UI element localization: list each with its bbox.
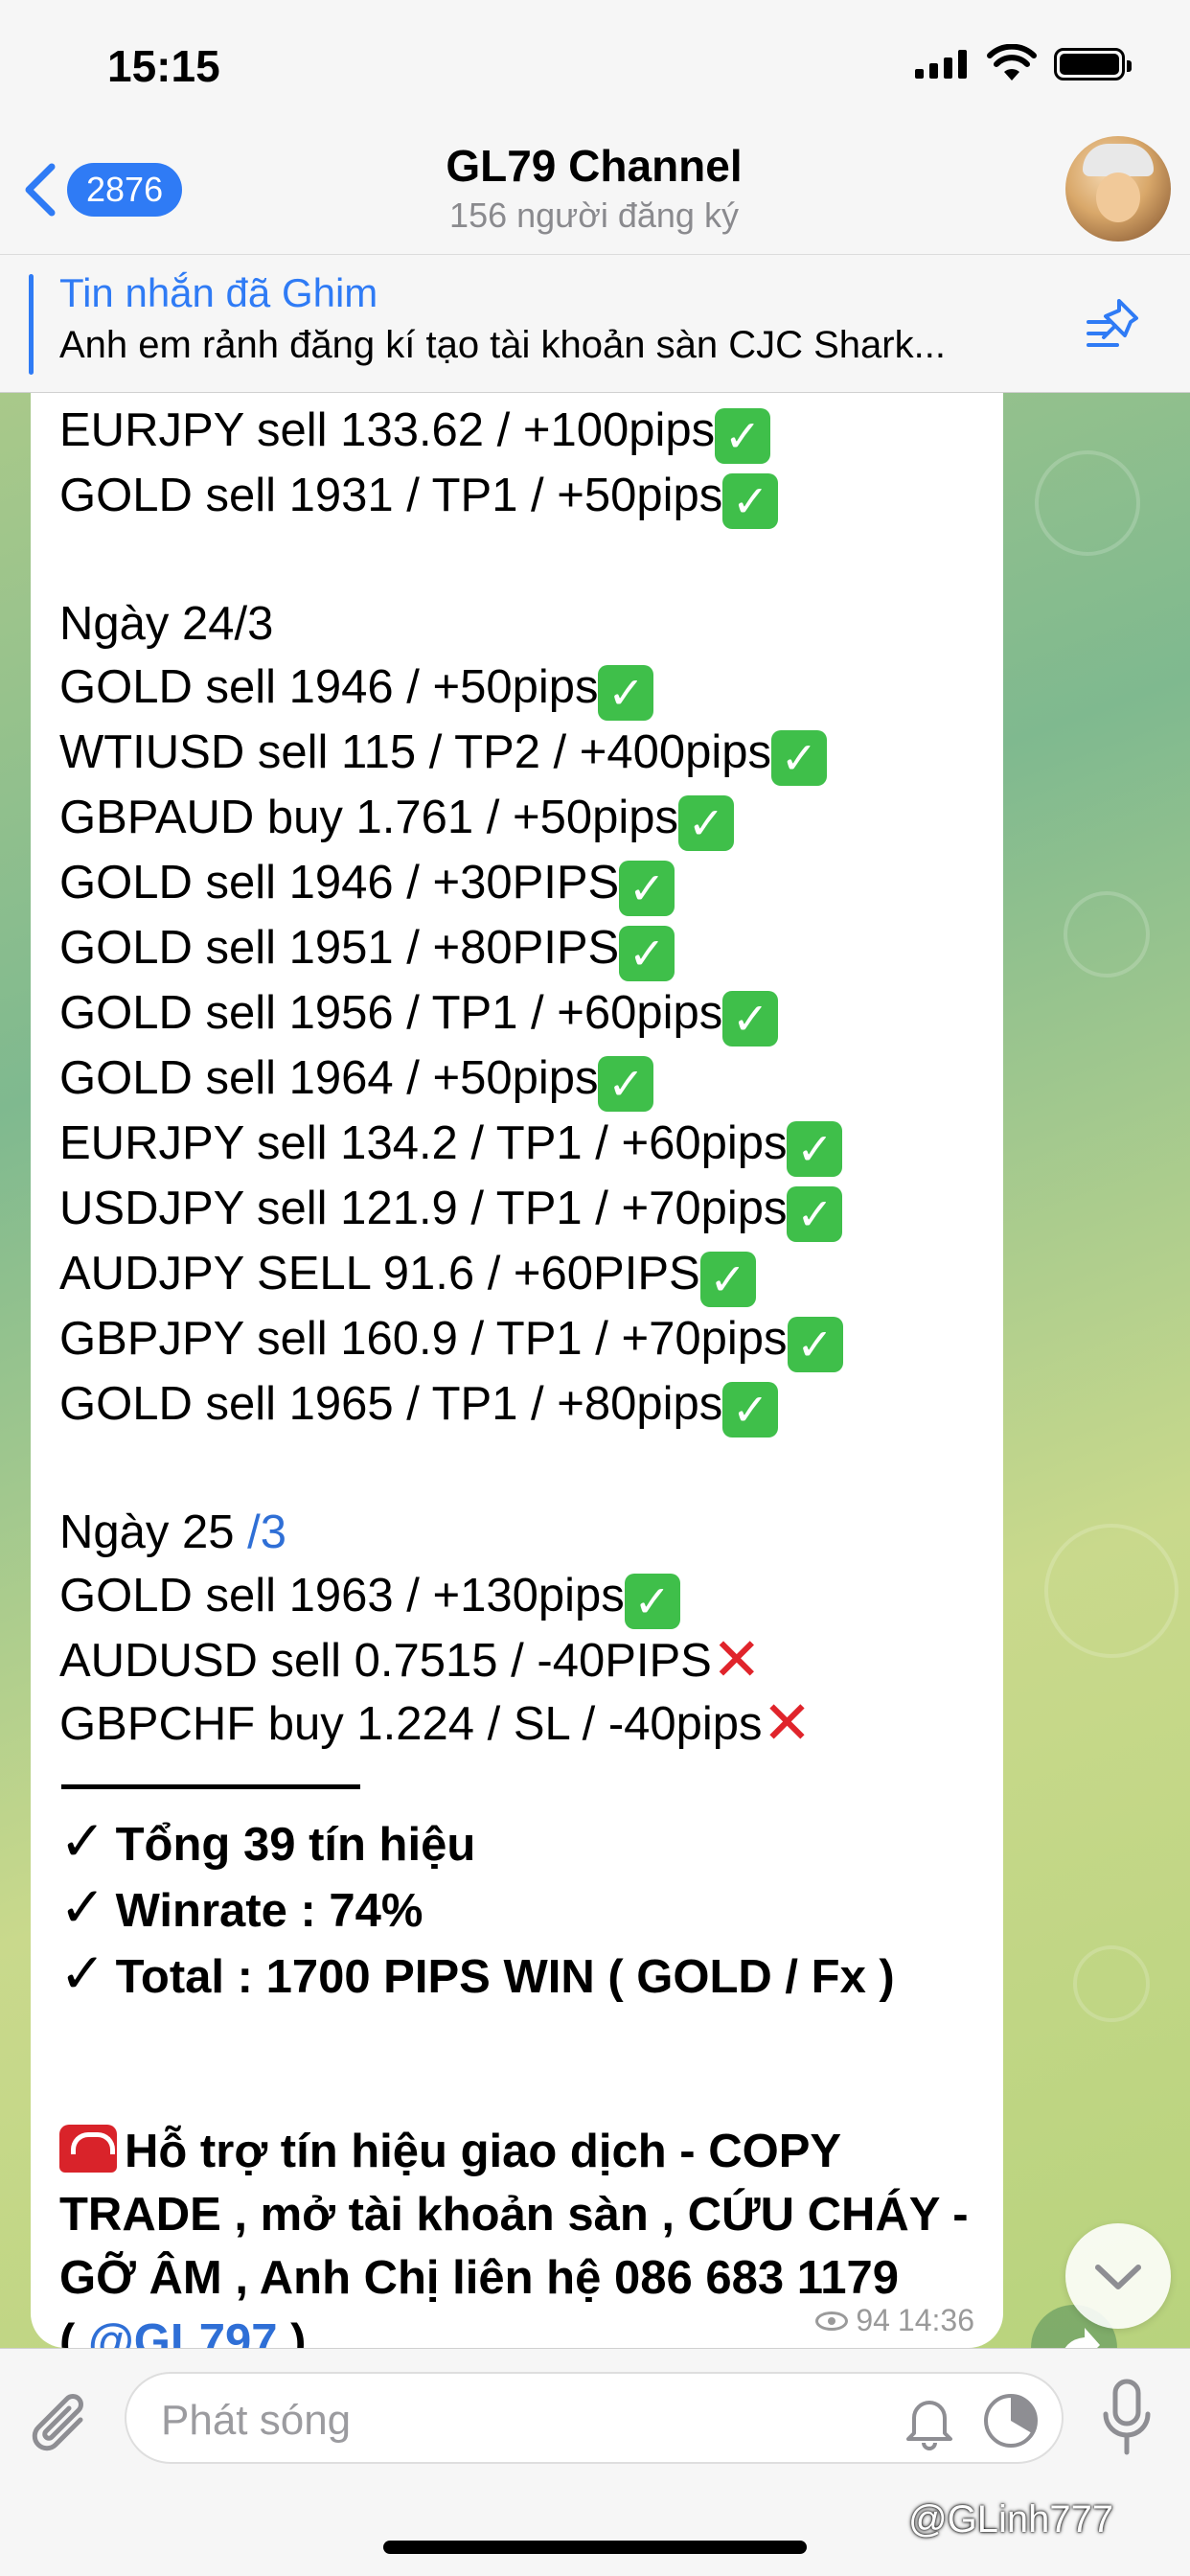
check-icon: ✓ <box>619 926 675 981</box>
chat-header: 2876 GL79 Channel 156 người đăng ký <box>0 134 1190 254</box>
timer-icon[interactable] <box>979 2389 1042 2452</box>
signal-line: GOLD sell 1946 / +50pips ✓ <box>59 656 998 721</box>
signal-line: AUDJPY SELL 91.6 / +60PIPS ✓ <box>59 1242 998 1307</box>
signal-line: GOLD sell 1956 / TP1 / +60pips ✓ <box>59 981 998 1046</box>
day-heading: Ngày 24/3 <box>59 598 274 650</box>
message-time: 14:36 <box>897 2303 974 2337</box>
composer-bar: Phát sóng @GLinh777 <box>0 2348 1190 2576</box>
check-icon: ✓ <box>619 861 675 916</box>
message-body: EURJPY sell 133.62 / +100pips ✓ GOLD sell… <box>59 399 998 2348</box>
checkmark-icon: ✓ <box>59 1876 106 1939</box>
subscriber-count: 156 người đăng ký <box>449 196 739 235</box>
signal-line: GOLD sell 1951 / +80PIPS ✓ <box>59 916 998 981</box>
signal-line: GOLD sell 1946 / +30PIPS ✓ <box>59 851 998 916</box>
back-button[interactable]: 2876 <box>19 161 183 218</box>
signal-line: GOLD sell 1964 / +50pips ✓ <box>59 1046 998 1112</box>
chevron-down-icon <box>1095 2265 1141 2289</box>
views-icon <box>815 2311 849 2331</box>
channel-info[interactable]: GL79 Channel 156 người đăng ký <box>287 140 901 236</box>
input-placeholder: Phát sóng <box>161 2397 352 2444</box>
view-count: 94 <box>856 2303 890 2337</box>
status-time: 15:15 <box>107 41 220 91</box>
microphone-icon[interactable] <box>1098 2378 1156 2460</box>
wifi-icon <box>987 44 1037 80</box>
check-icon: ✓ <box>598 665 654 721</box>
signal-line: GBPCHF buy 1.224 / SL / -40pips✕ <box>59 1690 812 1757</box>
signal-line: GOLD sell 1931 / TP1 / +50pips ✓ <box>59 464 998 529</box>
scroll-down-button[interactable] <box>1065 2223 1171 2329</box>
summary-line: ✓ Winrate : 74% <box>59 1876 423 1939</box>
message-meta: 94 14:36 <box>815 2303 974 2338</box>
pinned-indicator <box>29 274 34 375</box>
check-icon: ✓ <box>787 1186 843 1242</box>
check-icon: ✓ <box>722 1382 779 1438</box>
check-icon: ✓ <box>699 1252 756 1307</box>
check-icon: ✓ <box>787 1121 843 1177</box>
contact-link[interactable]: @GL797 <box>88 2315 278 2348</box>
channel-title: GL79 Channel <box>446 141 743 191</box>
home-indicator <box>383 2541 807 2554</box>
cross-icon: ✕ <box>762 1690 812 1757</box>
check-icon: ✓ <box>678 795 734 851</box>
signal-line: GBPJPY sell 160.9 / TP1 / +70pips ✓ <box>59 1307 998 1372</box>
signal-line: AUDUSD sell 0.7515 / -40PIPS✕ <box>59 1627 762 1693</box>
signal-line: EURJPY sell 133.62 / +100pips ✓ <box>59 399 998 464</box>
pinned-list-icon[interactable] <box>1083 293 1146 356</box>
status-bar: 15:15 <box>0 0 1190 134</box>
signal-line: WTIUSD sell 115 / TP2 / +400pips ✓ <box>59 721 998 786</box>
broadcast-input[interactable]: Phát sóng <box>125 2372 1064 2464</box>
watermark: @GLinh777 <box>908 2498 1114 2541</box>
pinned-title: Tin nhắn đã Ghim <box>59 270 378 315</box>
cross-icon: ✕ <box>711 1627 762 1693</box>
paperclip-icon[interactable] <box>27 2387 96 2460</box>
day-heading: Ngày 25 /3 <box>59 1506 286 1558</box>
check-icon: ✓ <box>722 991 779 1046</box>
signal-line: EURJPY sell 134.2 / TP1 / +60pips ✓ <box>59 1112 998 1177</box>
check-icon: ✓ <box>771 730 828 786</box>
check-icon: ✓ <box>624 1574 680 1629</box>
unread-count-badge: 2876 <box>67 163 183 217</box>
bell-icon[interactable] <box>901 2391 958 2452</box>
summary-line: ✓ Total : 1700 PIPS WIN ( GOLD / Fx ) <box>59 1943 895 2005</box>
pinned-text: Anh em rảnh đăng kí tạo tài khoản sàn CJ… <box>59 324 946 366</box>
check-icon: ✓ <box>598 1056 654 1112</box>
checkmark-icon: ✓ <box>59 1810 106 1873</box>
check-icon: ✓ <box>787 1317 843 1372</box>
summary-line: ✓ Tổng 39 tín hiệu <box>59 1810 476 1873</box>
message-bubble[interactable]: EURJPY sell 133.62 / +100pips ✓ GOLD sell… <box>31 393 1003 2348</box>
check-icon: ✓ <box>715 408 771 464</box>
battery-icon <box>1054 48 1132 80</box>
signal-line: GOLD sell 1965 / TP1 / +80pips ✓ <box>59 1372 998 1438</box>
channel-avatar[interactable] <box>1065 136 1171 242</box>
signal-line: GOLD sell 1963 / +130pips ✓ <box>59 1564 998 1629</box>
divider <box>61 1784 360 1789</box>
cellular-signal-icon <box>915 50 967 79</box>
check-icon: ✓ <box>722 473 779 529</box>
signal-line: GBPAUD buy 1.761 / +50pips ✓ <box>59 786 998 851</box>
checkmark-icon: ✓ <box>59 1943 106 2005</box>
chevron-left-icon <box>25 163 56 217</box>
pinned-message-bar[interactable]: Tin nhắn đã Ghim Anh em rảnh đăng kí tạo… <box>0 254 1190 393</box>
signal-line: USDJPY sell 121.9 / TP1 / +70pips ✓ <box>59 1177 998 1242</box>
telephone-icon <box>59 2125 117 2173</box>
